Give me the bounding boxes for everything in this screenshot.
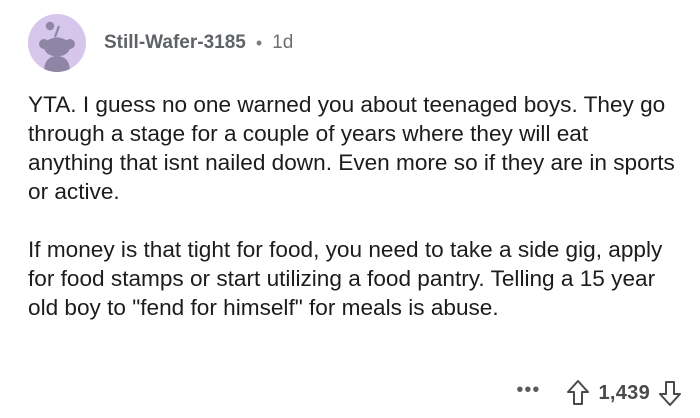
- user-avatar[interactable]: [28, 14, 86, 72]
- downvote-arrow-icon[interactable]: [658, 379, 682, 407]
- comment-header: Still-Wafer-3185 • 1d: [28, 14, 293, 72]
- meta-separator: •: [255, 32, 263, 53]
- vote-score: 1,439: [598, 381, 650, 404]
- more-options-icon[interactable]: •••: [516, 380, 540, 400]
- comment-card: Still-Wafer-3185 • 1d YTA. I guess no on…: [0, 0, 700, 418]
- comment-meta: Still-Wafer-3185 • 1d: [104, 32, 293, 54]
- comment-paragraph: If money is that tight for food, you nee…: [28, 237, 663, 320]
- upvote-arrow-icon[interactable]: [566, 379, 590, 407]
- comment-paragraph: YTA. I guess no one warned you about tee…: [28, 92, 675, 204]
- username-link[interactable]: Still-Wafer-3185: [104, 32, 246, 54]
- comment-body: YTA. I guess no one warned you about tee…: [28, 90, 676, 322]
- snoo-avatar-icon: [39, 21, 75, 72]
- comment-actions: ••• 1,439: [516, 376, 682, 410]
- comment-age: 1d: [272, 32, 294, 53]
